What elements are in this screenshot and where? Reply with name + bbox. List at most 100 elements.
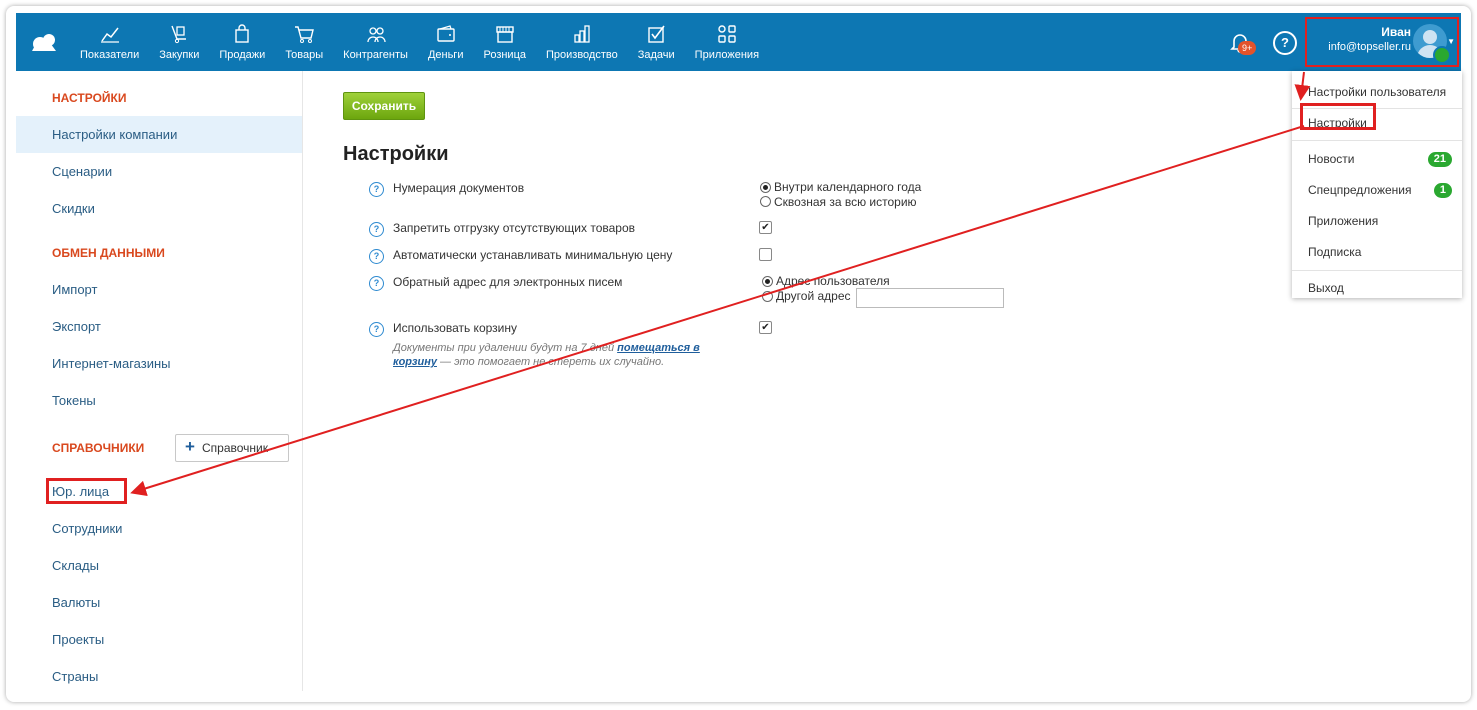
wallet-icon [437,25,455,42]
sidebar-item-employees[interactable]: Сотрудники [16,510,302,547]
checkbox-use-trash[interactable]: ✔ [759,321,772,334]
top-navigation-bar: Показатели Закупки Продажи Товары Контра… [16,13,1461,71]
main-nav: Показатели Закупки Продажи Товары Контра… [70,13,769,71]
nav-label: Деньги [427,49,464,61]
nav-label: Товары [285,49,324,61]
option-label: Другой адрес [776,289,851,303]
chart-icon [100,27,119,43]
page-title: Настройки [343,143,449,165]
nav-goods[interactable]: Товары [275,13,333,71]
user-email: info@topseller.ru [1328,41,1411,53]
radio-through-history[interactable] [760,196,771,207]
option-label: Адрес пользователя [776,274,890,288]
help-icon[interactable]: ? [369,249,384,264]
section-title-data-exchange: ОБМЕН ДАННЫМИ [52,246,165,260]
highlight-settings [1300,103,1376,130]
user-menu[interactable]: Иван info@topseller.ru ▼ [1305,17,1459,67]
nav-apps[interactable]: Приложения [685,13,769,71]
sidebar-item-warehouses[interactable]: Склады [16,547,302,584]
save-button[interactable]: Сохранить [343,92,425,120]
sidebar-item-discounts[interactable]: Скидки [16,190,302,227]
sidebar-item-tokens[interactable]: Токены [16,382,302,419]
nav-label: Закупки [159,49,200,61]
menu-divider [1292,140,1462,141]
nav-label: Розница [483,49,526,61]
option-label: Сквозная за всю историю [774,195,917,209]
chevron-down-icon: ▼ [1447,37,1455,46]
help-icon[interactable]: ? [1273,31,1297,55]
cart-dolly-icon [171,25,187,44]
setting-label-reply-address: Обратный адрес для электронных писем [393,275,623,289]
nav-label: Задачи [637,49,675,61]
sidebar-item-online-stores[interactable]: Интернет-магазины [16,345,302,382]
add-reference-button[interactable]: + Справочник [175,434,289,462]
trash-hint: Документы при удалении будут на 7 дней п… [393,341,723,369]
highlight-legal-entities [46,478,127,504]
section-title-references: СПРАВОЧНИКИ [52,441,145,455]
sidebar-item-import[interactable]: Импорт [16,271,302,308]
nav-label: Продажи [219,49,266,61]
setting-label-doc-numbering: Нумерация документов [393,181,525,195]
sidebar-item-projects[interactable]: Проекты [16,621,302,658]
setting-label-min-price: Автоматически устанавливать минимальную … [393,248,673,262]
help-icon[interactable]: ? [369,222,384,237]
help-icon[interactable]: ? [369,182,384,197]
cart-icon [295,26,315,43]
nav-label: Показатели [80,49,140,61]
apps-icon [718,25,736,43]
nav-label: Производство [546,49,618,61]
sidebar: НАСТРОЙКИ Настройки компании Сценарии Ск… [16,71,303,691]
logo-icon[interactable] [30,29,58,57]
offers-count-badge: 1 [1433,183,1452,198]
nav-sales[interactable]: Продажи [209,13,275,71]
sidebar-item-scenarios[interactable]: Сценарии [16,153,302,190]
nav-label: Приложения [694,49,760,61]
nav-production[interactable]: Производство [536,13,628,71]
plus-icon: + [185,437,195,456]
menu-item-offers[interactable]: Спецпредложения [1308,183,1412,197]
radio-other-address[interactable] [762,291,773,302]
checkbox-min-price[interactable] [759,248,772,261]
nav-money[interactable]: Деньги [418,13,474,71]
checkbox-forbid-shipment[interactable]: ✔ [759,221,772,234]
nav-counterparties[interactable]: Контрагенты [333,13,418,71]
menu-divider [1292,270,1462,271]
menu-item-subscription[interactable]: Подписка [1308,245,1361,259]
sidebar-item-currencies[interactable]: Валюты [16,584,302,621]
help-icon[interactable]: ? [369,276,384,291]
setting-label-forbid-shipment: Запретить отгрузку отсутствующих товаров [393,221,636,235]
shopping-bag-icon [235,24,250,43]
notifications-badge: 9+ [1238,41,1257,55]
sidebar-item-company-settings[interactable]: Настройки компании [16,116,302,153]
factory-icon [574,25,590,43]
hint-text: — это помогает не стереть их случайно. [436,356,665,368]
nav-purchases[interactable]: Закупки [149,13,209,71]
store-icon [496,26,514,43]
setting-label-use-trash: Использовать корзину [393,321,517,335]
news-count-badge: 21 [1427,152,1452,167]
radio-within-year[interactable] [760,182,771,193]
user-name: Иван [1381,25,1411,39]
add-reference-label: Справочник [202,441,268,455]
nav-label: Контрагенты [343,49,408,61]
nav-dashboard[interactable]: Показатели [70,13,149,71]
hint-text: Документы при удалении будут на 7 дней [393,342,618,354]
nav-retail[interactable]: Розница [473,13,536,71]
option-label: Внутри календарного года [774,180,922,194]
nav-tasks[interactable]: Задачи [628,13,685,71]
menu-item-logout[interactable]: Выход [1308,281,1344,295]
gift-icon [1433,46,1451,64]
app-window: Показатели Закупки Продажи Товары Контра… [6,6,1471,702]
menu-item-apps[interactable]: Приложения [1308,214,1378,228]
sidebar-item-export[interactable]: Экспорт [16,308,302,345]
sidebar-item-countries[interactable]: Страны [16,658,302,695]
menu-item-user-settings[interactable]: Настройки пользователя [1308,85,1446,99]
help-icon[interactable]: ? [369,322,384,337]
checkbox-icon [648,25,665,43]
section-title-settings: НАСТРОЙКИ [52,91,127,105]
radio-user-address[interactable] [762,276,773,287]
other-address-input[interactable] [856,288,1004,308]
menu-item-news[interactable]: Новости [1308,152,1354,166]
arrow-to-legal-entities [130,125,1305,497]
people-icon [366,27,386,43]
